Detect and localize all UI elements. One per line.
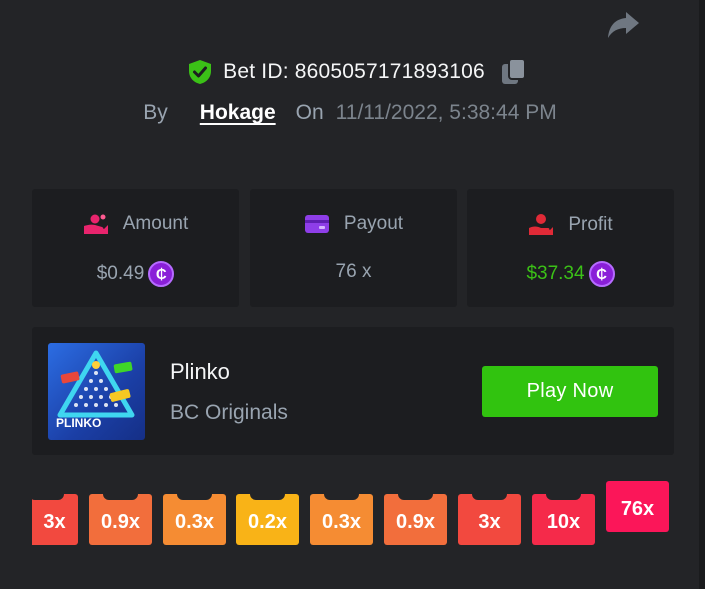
bet-id: Bet ID: 8605057171893106 [223, 60, 485, 83]
profit-label: Profit [568, 214, 613, 235]
multiplier-slot: 0.2x [236, 494, 299, 545]
amount-label: Amount [122, 213, 189, 234]
thumbnail-label: PLINKO [56, 416, 102, 430]
payout-card: Payout 76 x [250, 189, 457, 307]
coin-icon: ₵ [148, 261, 175, 287]
coin-icon: ₵ [588, 261, 615, 287]
bet-id-row: Bet ID: 8605057171893106 [0, 58, 700, 86]
play-now-button[interactable]: Play Now [482, 366, 658, 417]
amount-card: Amount $0.49 ₵ [32, 189, 239, 307]
game-thumbnail[interactable]: PLINKO [48, 343, 145, 440]
profit-card: Profit $37.34 ₵ [467, 189, 674, 307]
multiplier-slot: 10x [532, 494, 595, 545]
right-edge-strip [699, 0, 705, 589]
multiplier-slot: 0.9x [89, 494, 152, 545]
game-provider: BC Originals [170, 401, 288, 424]
amount-icon [83, 214, 108, 234]
game-name[interactable]: Plinko [170, 359, 230, 385]
multiplier-slot: 0.9x [384, 494, 447, 545]
payout-value: 76 x [335, 261, 372, 282]
share-icon[interactable] [605, 10, 641, 42]
shield-check-icon [189, 60, 212, 84]
multiplier-slot: 0.3x [163, 494, 226, 545]
bet-meta-row: By Hokage On 11/11/2022, 5:38:44 PM [0, 101, 700, 125]
payout-card-icon [304, 215, 329, 233]
profit-value: $37.34 [526, 263, 585, 284]
multiplier-slot: 3x [458, 494, 521, 545]
username-link[interactable]: Hokage [200, 101, 276, 125]
copy-icon[interactable] [501, 58, 527, 86]
amount-value: $0.49 [96, 263, 145, 284]
by-label: By [143, 101, 168, 124]
multiplier-slot: 0.3x [310, 494, 373, 545]
payout-label: Payout [343, 213, 404, 234]
bet-datetime: 11/11/2022, 5:38:44 PM [335, 101, 557, 124]
game-card: PLINKO Plinko BC Originals Play Now [32, 327, 674, 455]
multiplier-slot: 3x [32, 494, 78, 545]
profit-icon [529, 214, 554, 235]
on-label: On [295, 101, 324, 124]
multiplier-slot-hit: 76x [606, 481, 669, 532]
